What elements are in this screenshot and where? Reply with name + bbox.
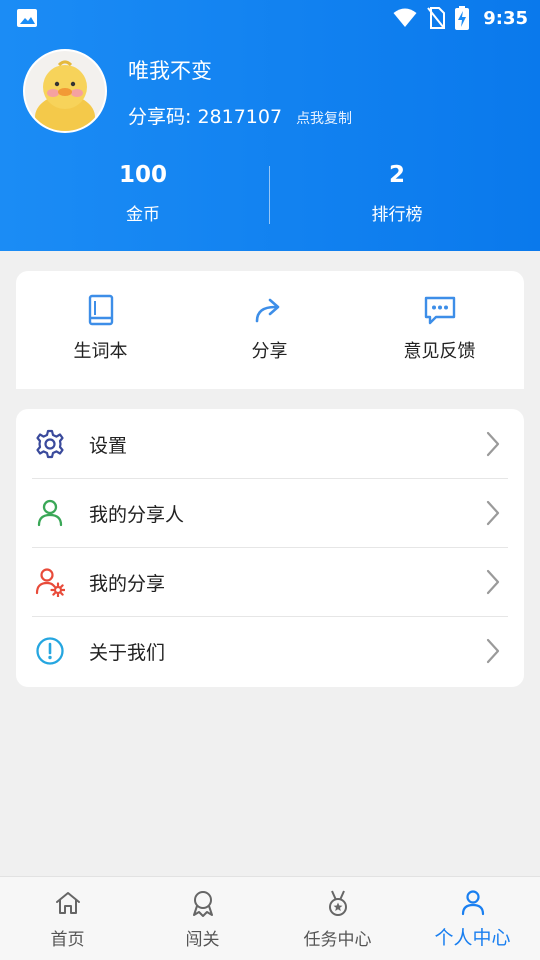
chevron-right-icon xyxy=(486,569,500,595)
stats-divider xyxy=(269,166,270,224)
leaderboard-value: 2 xyxy=(388,162,405,188)
gear-icon xyxy=(36,429,64,459)
person-icon xyxy=(461,890,484,916)
nav-levels-label: 闯关 xyxy=(185,930,220,950)
menu-item-settings[interactable]: 设置 xyxy=(16,409,524,478)
username: 唯我不变 xyxy=(128,59,212,83)
chevron-right-icon xyxy=(486,431,500,457)
nav-levels[interactable]: 闯关 xyxy=(135,877,270,960)
menu-item-about-us[interactable]: 关于我们 xyxy=(16,616,524,685)
menu-item-my-sharers-label: 我的分享人 xyxy=(89,504,185,526)
status-bar: 9:35 xyxy=(0,0,540,36)
wifi-icon xyxy=(393,8,417,27)
gallery-notification-icon xyxy=(17,9,37,27)
nav-profile[interactable]: 个人中心 xyxy=(405,877,540,960)
menu-item-about-us-label: 关于我们 xyxy=(89,642,166,664)
settings-menu-card: 设置 我的分享人 我的分享 关于我们 xyxy=(16,409,524,687)
medal-icon xyxy=(328,890,347,916)
vocabulary-book-button[interactable]: 生词本 xyxy=(16,271,185,389)
share-label: 分享 xyxy=(251,341,288,362)
quick-actions-card: 生词本 分享 意见反馈 xyxy=(16,271,524,389)
feedback-label: 意见反馈 xyxy=(403,341,476,362)
feedback-chat-icon xyxy=(424,296,455,325)
leaderboard-stat[interactable]: 2 排行榜 xyxy=(297,160,497,225)
battery-charging-icon xyxy=(455,6,470,30)
no-sim-icon xyxy=(427,7,446,29)
bottom-navigation: 首页 闯关 任务中心 个人中心 xyxy=(0,876,540,960)
info-icon xyxy=(36,637,64,665)
share-button[interactable]: 分享 xyxy=(185,271,354,389)
nav-task-center[interactable]: 任务中心 xyxy=(270,877,405,960)
person-gear-icon xyxy=(35,568,65,597)
coins-value: 100 xyxy=(118,162,167,188)
share-code-row: 分享码: 2817107 点我复制 xyxy=(128,102,352,129)
avatar[interactable] xyxy=(23,49,107,133)
vocabulary-book-label: 生词本 xyxy=(73,341,128,362)
share-code: 分享码: 2817107 xyxy=(128,106,283,128)
leaderboard-label: 排行榜 xyxy=(371,205,423,225)
home-icon xyxy=(55,892,80,914)
badge-icon xyxy=(192,891,213,917)
copy-share-code-button[interactable]: 点我复制 xyxy=(296,108,352,128)
nav-task-center-label: 任务中心 xyxy=(303,930,372,950)
profile-header: 9:35 唯我不变 分享码: 2817107 点我复制 100 金币 2 排行榜 xyxy=(0,0,540,251)
clock: 9:35 xyxy=(483,7,528,29)
nav-home-label: 首页 xyxy=(50,930,85,950)
book-icon xyxy=(88,294,113,326)
duck-avatar-image xyxy=(25,51,105,131)
coins-label: 金币 xyxy=(126,205,160,225)
menu-item-settings-label: 设置 xyxy=(89,435,128,457)
chevron-right-icon xyxy=(486,638,500,664)
menu-item-my-shares-label: 我的分享 xyxy=(89,573,166,595)
menu-item-my-shares[interactable]: 我的分享 xyxy=(16,547,524,616)
feedback-button[interactable]: 意见反馈 xyxy=(355,271,524,389)
chevron-right-icon xyxy=(486,500,500,526)
menu-item-my-sharers[interactable]: 我的分享人 xyxy=(16,478,524,547)
nav-home[interactable]: 首页 xyxy=(0,877,135,960)
person-icon xyxy=(37,499,63,527)
nav-profile-label: 个人中心 xyxy=(434,927,511,949)
coins-stat[interactable]: 100 金币 xyxy=(43,160,243,225)
share-arrow-icon xyxy=(255,298,279,323)
